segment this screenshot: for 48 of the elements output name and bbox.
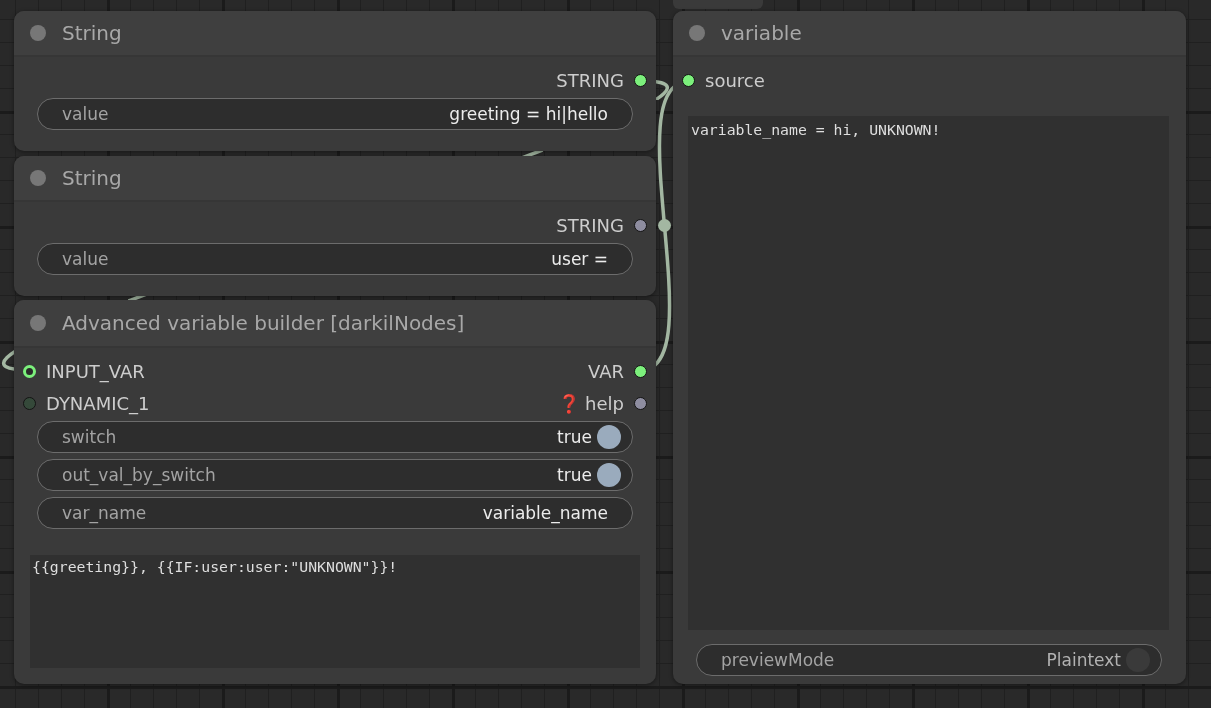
- widget-value: Plaintext: [1046, 650, 1121, 670]
- widget-label: var_name: [62, 503, 147, 523]
- node-title: Advanced variable builder [darkilNodes]: [62, 311, 465, 335]
- slot-label: DYNAMIC_1: [46, 392, 150, 414]
- slot-label: source: [705, 69, 765, 91]
- widget-value: user =: [551, 249, 608, 269]
- wire-segment: [522, 151, 543, 156]
- wire-segment: [128, 296, 148, 300]
- node-title: variable: [721, 21, 802, 45]
- slot-label: help: [585, 392, 624, 414]
- collapse-toggle-icon[interactable]: [30, 25, 46, 41]
- widget-label: value: [62, 249, 109, 269]
- text-input-field[interactable]: value user =: [37, 243, 633, 275]
- widget-label: previewMode: [721, 650, 835, 670]
- input-slot-icon[interactable]: [682, 73, 695, 87]
- output-slot-icon[interactable]: [634, 364, 647, 378]
- toggle-switch[interactable]: previewMode Plaintext: [696, 644, 1162, 676]
- toggle-knob-icon[interactable]: [597, 425, 621, 449]
- wire-segment: [656, 78, 670, 100]
- widget-value: true: [557, 465, 592, 485]
- slot-label: VAR: [588, 360, 624, 382]
- output-slot-icon[interactable]: [634, 73, 647, 87]
- collapse-toggle-icon[interactable]: [30, 170, 46, 186]
- slot-label: INPUT_VAR: [46, 360, 145, 382]
- text-input-field[interactable]: var_name variable_name: [37, 497, 633, 529]
- collapse-toggle-icon[interactable]: [30, 315, 46, 331]
- text-editor-field[interactable]: {{greeting}}, {{IF:user:user:"UNKNOWN"}}!: [30, 555, 640, 668]
- node-title: String: [62, 21, 122, 45]
- collapse-toggle-icon[interactable]: [689, 25, 705, 41]
- input-slot-icon[interactable]: [23, 396, 36, 410]
- link-dot-icon: [658, 219, 671, 232]
- toggle-switch[interactable]: switch true: [37, 421, 633, 453]
- node-title: String: [62, 166, 122, 190]
- text-input-field[interactable]: value greeting = hi|hello: [37, 98, 633, 130]
- widget-label: out_val_by_switch: [62, 465, 216, 485]
- widget-value: variable_name: [482, 503, 608, 523]
- widget-label: value: [62, 104, 109, 124]
- text-editor-field[interactable]: variable_name = hi, UNKNOWN!: [688, 116, 1169, 630]
- widget-value: greeting = hi|hello: [449, 104, 608, 124]
- toggle-switch[interactable]: out_val_by_switch true: [37, 459, 633, 491]
- toggle-knob-icon[interactable]: [597, 463, 621, 487]
- slot-label: STRING: [556, 69, 624, 91]
- widget-label: switch: [62, 427, 117, 447]
- output-slot-icon[interactable]: [634, 396, 647, 410]
- widget-value: true: [557, 427, 592, 447]
- output-slot-icon[interactable]: [634, 218, 647, 232]
- slot-label: STRING: [556, 214, 624, 236]
- question-mark-icon: ❓: [558, 392, 581, 414]
